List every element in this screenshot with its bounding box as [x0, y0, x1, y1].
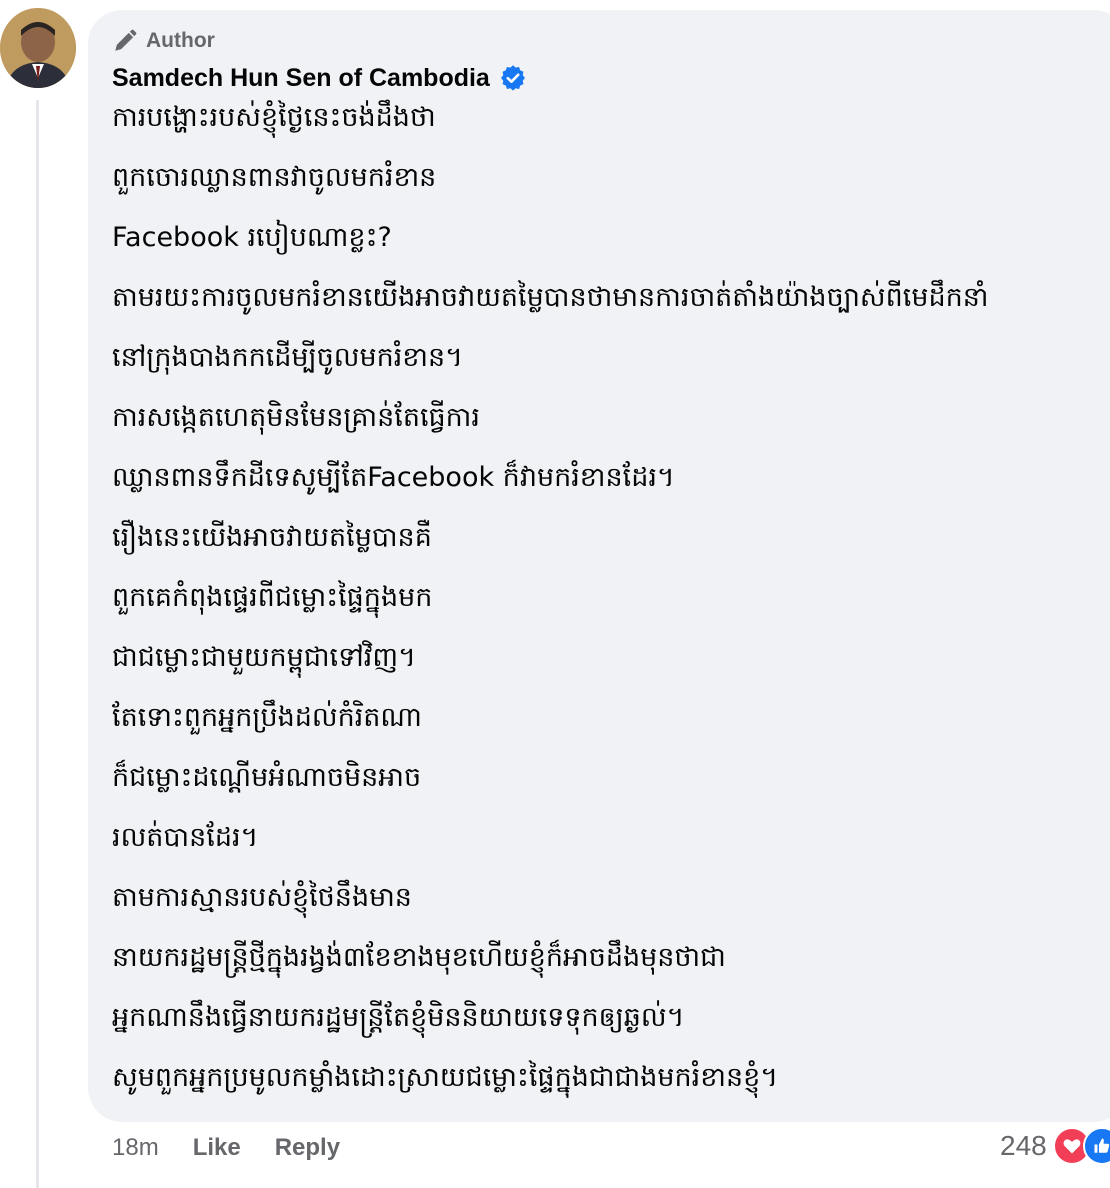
comment-line: ការសង្កេតហេតុមិនមែនគ្រាន់តែធ្វើការ	[112, 402, 480, 433]
comment-line: ពួកគេកំពុងផ្ទេរពីជម្លោះផ្ទៃក្នុងមក	[112, 582, 433, 613]
comment-line: ពួកចោរឈ្លានពានវាចូលមករំខាន	[112, 162, 437, 193]
reply-button[interactable]: Reply	[275, 1134, 340, 1162]
comment-line: តែទោះពួកអ្នកប្រឹងដល់កំរិតណា	[112, 702, 422, 733]
avatar[interactable]	[0, 8, 76, 88]
comment-actions: 18m Like Reply	[112, 1128, 374, 1168]
pen-icon	[115, 29, 137, 51]
author-badge: Author	[112, 26, 215, 56]
comment-line: Facebook របៀបណាខ្លះ?	[112, 222, 392, 253]
author-badge-label: Author	[146, 29, 215, 52]
comment-line: ក៏ជម្លោះដណ្តើមអំណាចមិនអាច	[112, 762, 422, 793]
reaction-summary[interactable]: 248	[1000, 1126, 1110, 1166]
comment-line: ការបង្ហោះរបស់ខ្ញុំថ្ងៃនេះចង់ដឹងថា	[112, 102, 436, 133]
comment-line: រលត់បានដែរ។	[112, 822, 259, 853]
comment-line: អ្នកណានឹងធ្វើនាយករដ្ឋមន្ត្រីតែខ្ញុំមិននិ…	[112, 1002, 685, 1033]
comment-line: តាមរយះការចូលមករំខានយើងអាចវាយតម្លៃបានថាមា…	[112, 282, 989, 313]
like-reaction-icon	[1082, 1127, 1110, 1165]
comment-text: ការបង្ហោះរបស់ខ្ញុំថ្ងៃនេះចង់ដឹងថា ពួកចោរ…	[112, 88, 1102, 1108]
comment-line: ឈ្លានពានទឹកដីទេសូម្បីតែFacebook ក៏វាមករំ…	[112, 462, 675, 493]
like-button[interactable]: Like	[193, 1134, 241, 1162]
thread-line	[36, 100, 39, 1188]
avatar-image	[0, 8, 76, 88]
comment-line: ជាជម្លោះជាមួយកម្ពុជាទៅវិញ។	[112, 642, 416, 673]
comment-line: នៅក្រុងបាងកកដើម្បីចូលមករំខាន។	[112, 342, 463, 373]
comment-line: សូមពួកអ្នកប្រមូលកម្លាំងដោះស្រាយជម្លោះផ្ទ…	[112, 1062, 779, 1093]
comment-timestamp[interactable]: 18m	[112, 1134, 159, 1162]
reaction-count: 248	[1000, 1130, 1047, 1161]
comment-line: រឿងនេះយើងអាចវាយតម្លៃបានគឺ	[112, 522, 432, 553]
comment-line: តាមការស្មានរបស់ខ្ញុំថៃនឹងមាន	[112, 882, 412, 913]
comment-line: នាយករដ្ឋមន្ត្រីថ្មីក្នុងរង្វង់៣ខែខាងមុខហ…	[112, 942, 726, 973]
